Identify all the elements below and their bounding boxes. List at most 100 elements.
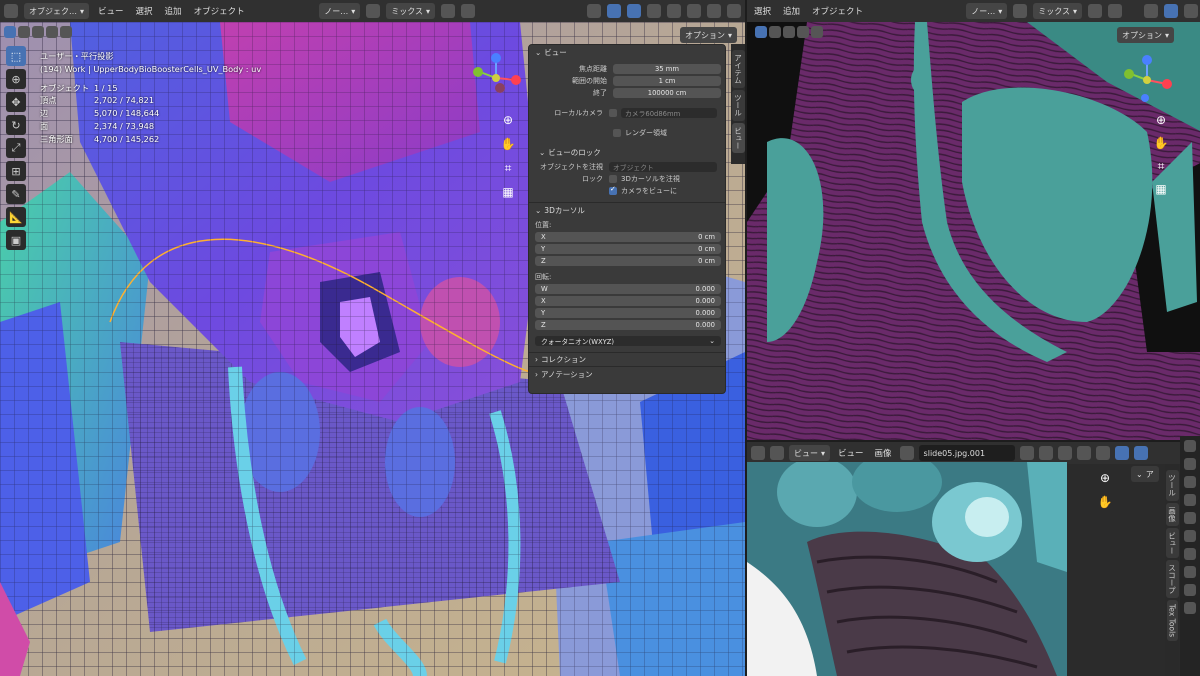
render-props-icon[interactable] xyxy=(1184,458,1196,470)
rotation-y-field[interactable]: Y 0.000 xyxy=(535,308,721,318)
image-name-field[interactable]: slide05.jpg.001 xyxy=(918,445,1015,461)
section-collection-header[interactable]: › コレクション xyxy=(529,353,725,367)
pan-hand-icon[interactable]: ✋ xyxy=(1095,492,1115,512)
section-view-lock-header[interactable]: ⌄ ビューのロック xyxy=(529,145,725,159)
object-props-icon[interactable] xyxy=(1184,566,1196,578)
scale-tool-icon[interactable]: ⤢ xyxy=(6,138,26,158)
rotate-tool-icon[interactable]: ↻ xyxy=(6,115,26,135)
overlay-icon[interactable] xyxy=(627,4,641,18)
zoom-icon[interactable]: ⊕ xyxy=(1095,468,1115,488)
close-icon[interactable] xyxy=(1076,446,1091,460)
visibility-icon[interactable] xyxy=(587,4,601,18)
clip-end-field[interactable]: 100000 cm xyxy=(613,88,721,98)
select-new-icon[interactable] xyxy=(755,26,767,38)
fake-user-shield-icon[interactable] xyxy=(1019,446,1034,460)
menu-add[interactable]: 追加 xyxy=(162,5,185,17)
lock-cursor-checkbox[interactable] xyxy=(609,175,617,183)
annotate-tool-icon[interactable]: ✎ xyxy=(6,184,26,204)
falloff-icon[interactable] xyxy=(461,4,475,18)
world-props-icon[interactable] xyxy=(1184,530,1196,542)
local-camera-checkbox[interactable] xyxy=(609,109,617,117)
options-dropdown[interactable]: オプション ▾ xyxy=(680,27,738,43)
select-intersect-icon[interactable] xyxy=(60,26,72,38)
zoom-icon[interactable]: ⊕ xyxy=(498,110,518,130)
select-tool-icon[interactable]: ⬚ xyxy=(6,46,26,66)
camera-to-view-checkbox[interactable] xyxy=(609,185,617,195)
camera-view-icon[interactable]: ⌗ xyxy=(1151,156,1171,176)
transform-tool-icon[interactable]: ⊞ xyxy=(6,161,26,181)
tab-tool[interactable]: ツール xyxy=(1165,470,1179,501)
image-sidebar-toggle[interactable]: ⌄ ア xyxy=(1131,466,1159,482)
gizmo-icon[interactable] xyxy=(607,4,621,18)
collection-props-icon[interactable] xyxy=(1184,548,1196,560)
location-x-field[interactable]: X 0 cm xyxy=(535,232,721,242)
image-editor[interactable]: ビュー ▾ ビュー 画像 slide05.jpg.001 ⊕ ✋ ⌄ ア ツール 画… xyxy=(745,442,1200,676)
proportional-icon[interactable] xyxy=(441,4,455,18)
select-invert-icon[interactable] xyxy=(797,26,809,38)
physics-props-icon[interactable] xyxy=(1184,602,1196,614)
menu-select[interactable]: 選択 xyxy=(133,5,156,17)
clip-start-field[interactable]: 1 cm xyxy=(613,76,721,86)
section-annotation-header[interactable]: › アノテーション xyxy=(529,367,725,381)
menu-view[interactable]: ビュー xyxy=(95,5,127,17)
shading-material-icon[interactable] xyxy=(707,4,721,18)
editor-type-icon[interactable] xyxy=(751,446,765,460)
select-subtract-icon[interactable] xyxy=(32,26,44,38)
snap-icon[interactable] xyxy=(366,4,381,18)
pan-hand-icon[interactable]: ✋ xyxy=(1151,133,1171,153)
blend-dropdown[interactable]: ミックス ▾ xyxy=(386,3,435,19)
tab-tool[interactable]: ツール xyxy=(731,90,745,121)
editor-type-icon[interactable] xyxy=(4,4,18,18)
local-camera-field[interactable]: カメラ60d86mm xyxy=(621,108,717,118)
menu-view[interactable]: ビュー xyxy=(835,447,867,459)
mode-dropdown[interactable]: オブジェク… ▾ xyxy=(24,3,90,19)
image-canvas[interactable] xyxy=(747,462,1067,676)
pivot-dropdown[interactable]: ノー… ▾ xyxy=(966,3,1008,19)
select-subtract-icon[interactable] xyxy=(783,26,795,38)
select-invert-icon[interactable] xyxy=(46,26,58,38)
navigation-gizmo[interactable] xyxy=(1115,48,1179,108)
falloff-icon[interactable] xyxy=(1108,4,1122,18)
right-viewport[interactable]: 選択 追加 オブジェクト ノー… ▾ ミックス ▾ オプション ▾ ⊕ ✋ ⌗ ▦ xyxy=(745,0,1200,440)
tab-item[interactable]: アイテム xyxy=(731,50,745,88)
add-cube-tool-icon[interactable]: ▣ xyxy=(6,230,26,250)
new-image-icon[interactable] xyxy=(1038,446,1053,460)
scene-props-icon[interactable] xyxy=(1184,512,1196,524)
options-dropdown[interactable]: オプション ▾ xyxy=(1117,27,1175,43)
tool-props-icon[interactable] xyxy=(1184,440,1196,452)
tab-image[interactable]: 画像 xyxy=(1165,502,1179,526)
visibility-icon[interactable] xyxy=(1144,4,1158,18)
snap-icon[interactable] xyxy=(1013,4,1028,18)
navigation-gizmo[interactable] xyxy=(460,46,530,108)
render-region-checkbox[interactable] xyxy=(613,129,621,137)
select-new-icon[interactable] xyxy=(4,26,16,38)
pan-hand-icon[interactable]: ✋ xyxy=(498,134,518,154)
rotation-z-field[interactable]: Z 0.000 xyxy=(535,320,721,330)
view-layer-props-icon[interactable] xyxy=(1184,494,1196,506)
open-folder-icon[interactable] xyxy=(1057,446,1072,460)
section-view-header[interactable]: ⌄ ビュー xyxy=(529,45,725,59)
left-viewport[interactable]: オブジェク… ▾ ビュー 選択 追加 オブジェクト ノー… ▾ ミックス ▾ オプショ… xyxy=(0,0,745,676)
overlay-icon[interactable] xyxy=(1184,4,1198,18)
rotation-x-field[interactable]: X 0.000 xyxy=(535,296,721,306)
gizmo-icon[interactable] xyxy=(1164,4,1178,18)
select-intersect-icon[interactable] xyxy=(811,26,823,38)
menu-image[interactable]: 画像 xyxy=(872,447,895,459)
tab-view[interactable]: ビュー xyxy=(731,122,745,153)
lock-object-field[interactable]: オブジェクト xyxy=(609,162,717,172)
select-extend-icon[interactable] xyxy=(18,26,30,38)
tab-scopes[interactable]: スコープ xyxy=(1165,560,1179,598)
menu-object[interactable]: オブジェクト xyxy=(191,5,248,17)
zoom-icon[interactable]: ⊕ xyxy=(1151,110,1171,130)
blend-dropdown[interactable]: ミックス ▾ xyxy=(1033,3,1082,19)
measure-tool-icon[interactable]: 📐 xyxy=(6,207,26,227)
gizmo-icon[interactable] xyxy=(1114,446,1129,460)
rotation-mode-dropdown[interactable]: クォータニオン(WXYZ) ⌄ xyxy=(535,336,721,346)
xray-icon[interactable] xyxy=(647,4,661,18)
tab-view[interactable]: ビュー xyxy=(1165,527,1179,558)
menu-select[interactable]: 選択 xyxy=(751,5,774,17)
perspective-grid-icon[interactable]: ▦ xyxy=(498,182,518,202)
menu-object[interactable]: オブジェクト xyxy=(809,5,866,17)
cursor-tool-icon[interactable]: ⊕ xyxy=(6,69,26,89)
section-cursor-header[interactable]: ⌄ 3Dカーソル xyxy=(529,203,725,217)
